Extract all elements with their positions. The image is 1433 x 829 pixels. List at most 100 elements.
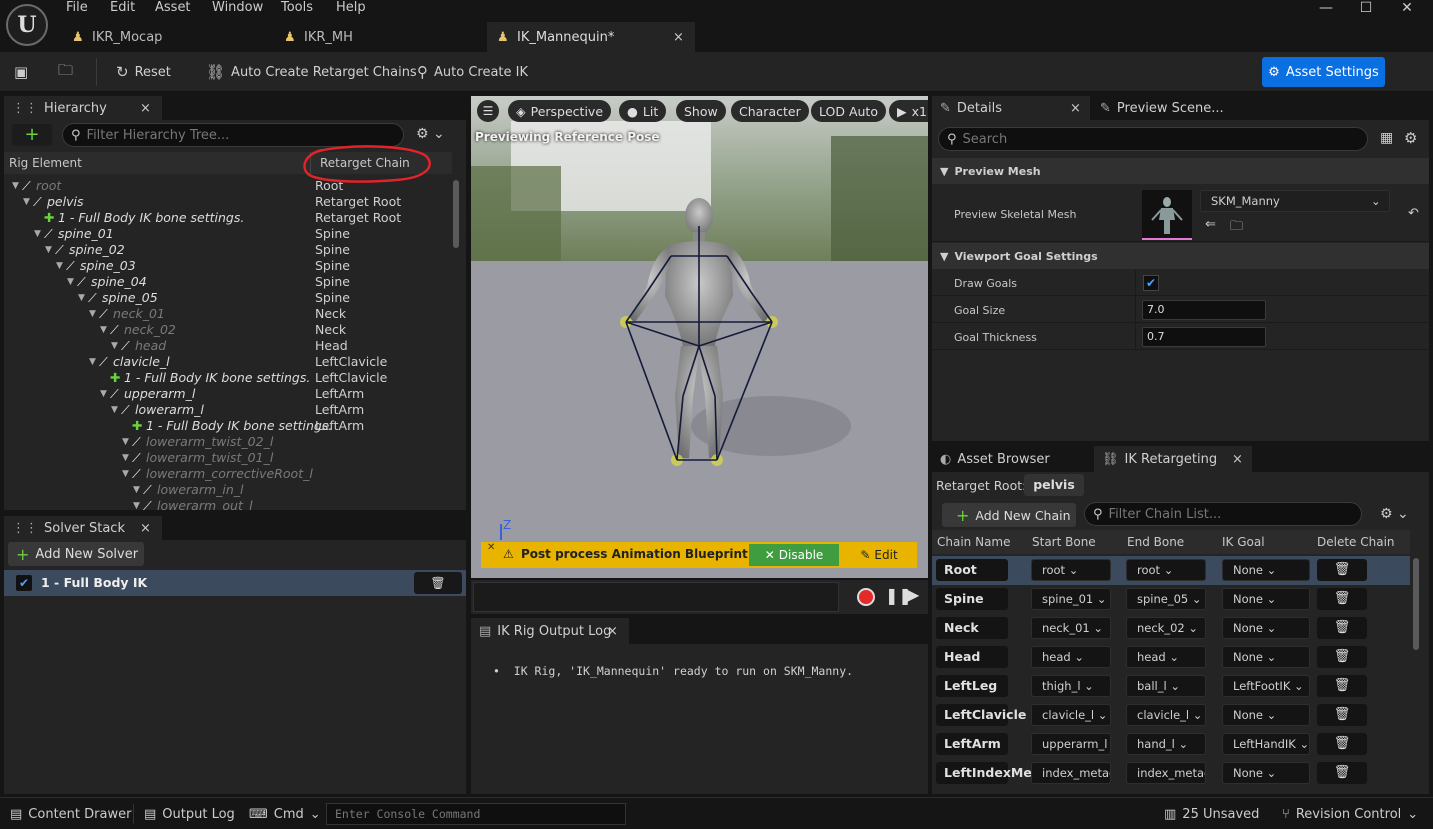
- expand-arrow-icon[interactable]: ▼: [122, 466, 129, 482]
- close-ik-retargeting-icon[interactable]: ×: [1232, 452, 1243, 467]
- chain-table-scrollbar[interactable]: [1413, 558, 1419, 650]
- tab-preview-scene[interactable]: ✎ Preview Scene...: [1092, 96, 1262, 120]
- end-bone-dropdown[interactable]: ball_l ⌄: [1126, 675, 1206, 697]
- dismiss-warning-icon[interactable]: ✕: [487, 542, 495, 553]
- auto-create-ik-button[interactable]: ⚲ Auto Create IK: [417, 52, 528, 92]
- ik-goal-dropdown[interactable]: None ⌄: [1222, 704, 1310, 726]
- chain-name-field[interactable]: Spine: [936, 588, 1008, 610]
- expand-arrow-icon[interactable]: ▼: [12, 178, 19, 194]
- use-selected-icon[interactable]: ⇐: [1205, 217, 1216, 232]
- add-new-chain-button[interactable]: + Add New Chain: [942, 503, 1076, 527]
- viewport[interactable]: ☰ ◈ Perspective ● Lit Show Character LOD A…: [471, 96, 928, 578]
- add-new-solver-button[interactable]: + Add New Solver: [8, 542, 144, 566]
- edit-button[interactable]: ✎ Edit: [847, 544, 911, 566]
- tab-ik-mannequin[interactable]: ♟ IK_Mannequin* ×: [487, 22, 695, 52]
- expand-arrow-icon[interactable]: ▼: [89, 354, 96, 370]
- expand-arrow-icon[interactable]: ▼: [100, 386, 107, 402]
- character-button[interactable]: Character: [731, 100, 809, 122]
- menu-asset[interactable]: Asset: [155, 0, 191, 16]
- expand-arrow-icon[interactable]: ▼: [78, 290, 85, 306]
- tab-ik-rig-output-log[interactable]: ▤ IK Rig Output Log ×: [471, 618, 629, 644]
- chain-name-field[interactable]: LeftIndexMeta: [936, 762, 1046, 784]
- menu-file[interactable]: File: [66, 0, 88, 16]
- step-forward-icon[interactable]: ▶: [907, 585, 919, 604]
- viewport-goal-settings-section[interactable]: ▼ Viewport Goal Settings: [932, 243, 1429, 269]
- end-bone-dropdown[interactable]: clavicle_l ⌄: [1126, 704, 1206, 726]
- start-bone-dropdown[interactable]: thigh_l ⌄: [1031, 675, 1111, 697]
- end-bone-dropdown[interactable]: head ⌄: [1126, 646, 1206, 668]
- hierarchy-row[interactable]: ▼ ⟋ lowerarm_twist_02_l: [4, 434, 452, 450]
- chain-name-field[interactable]: Head: [936, 646, 1008, 668]
- play-speed-button[interactable]: ▶ x1: [889, 100, 928, 122]
- chain-name-field[interactable]: LeftClavicle: [936, 704, 1026, 726]
- reset-button[interactable]: ↻ Reset: [116, 52, 171, 92]
- hierarchy-row[interactable]: ▼ ⟋ lowerarm_l LeftArm: [4, 402, 452, 418]
- retarget-settings-icon[interactable]: ⚙ ⌄: [1380, 506, 1409, 522]
- hierarchy-row[interactable]: ▼ ⟋ lowerarm_in_l: [4, 482, 452, 498]
- close-window-icon[interactable]: ✕: [1392, 0, 1422, 18]
- output-log-button[interactable]: ▤ Output Log: [144, 798, 235, 829]
- viewport-menu-icon[interactable]: ☰: [477, 100, 499, 122]
- end-bone-dropdown[interactable]: neck_02 ⌄: [1126, 617, 1206, 639]
- chain-row[interactable]: Spine spine_01 ⌄ spine_05 ⌄ None ⌄ 🗑: [932, 585, 1410, 614]
- hierarchy-row[interactable]: ▼ ⟋ spine_03 Spine: [4, 258, 452, 274]
- close-output-log-icon[interactable]: ×: [607, 624, 618, 639]
- hierarchy-scrollbar[interactable]: [453, 180, 459, 248]
- hierarchy-row[interactable]: ✚ 1 - Full Body IK bone settings. LeftClav…: [4, 370, 452, 386]
- ik-goal-dropdown[interactable]: None ⌄: [1222, 617, 1310, 639]
- delete-chain-button[interactable]: 🗑: [1317, 588, 1367, 610]
- hierarchy-row[interactable]: ▼ ⟋ spine_01 Spine: [4, 226, 452, 242]
- tab-hierarchy[interactable]: ⋮⋮ Hierarchy ×: [4, 96, 162, 120]
- solver-item[interactable]: ✔ 1 - Full Body IK 🗑: [4, 570, 466, 596]
- rig-element-column[interactable]: Rig Element: [9, 156, 82, 170]
- delete-chain-button[interactable]: 🗑: [1317, 675, 1367, 697]
- close-solver-stack-icon[interactable]: ×: [140, 521, 151, 536]
- start-bone-dropdown[interactable]: root ⌄: [1031, 559, 1111, 581]
- hierarchy-row[interactable]: ▼ ⟋ spine_05 Spine: [4, 290, 452, 306]
- tab-solver-stack[interactable]: ⋮⋮ Solver Stack ×: [4, 516, 162, 540]
- chain-row[interactable]: Head head ⌄ head ⌄ None ⌄ 🗑: [932, 643, 1410, 672]
- disable-button[interactable]: ✕ Disable: [749, 544, 839, 566]
- expand-arrow-icon[interactable]: ▼: [111, 402, 118, 418]
- hierarchy-row[interactable]: ▼ ⟋ spine_04 Spine: [4, 274, 452, 290]
- start-bone-dropdown[interactable]: head ⌄: [1031, 646, 1111, 668]
- tab-details[interactable]: ✎ Details ×: [932, 96, 1090, 120]
- chain-name-field[interactable]: LeftLeg: [936, 675, 1008, 697]
- cmd-dropdown[interactable]: ⌨ Cmd ⌄: [249, 798, 321, 829]
- reset-to-default-icon[interactable]: ↶: [1408, 206, 1419, 221]
- hierarchy-row[interactable]: ▼ ⟋ spine_02 Spine: [4, 242, 452, 258]
- hierarchy-row[interactable]: ✚ 1 - Full Body IK bone settings. LeftArm: [4, 418, 452, 434]
- hierarchy-row[interactable]: ▼ ⟋ clavicle_l LeftClavicle: [4, 354, 452, 370]
- record-icon[interactable]: [857, 588, 875, 606]
- menu-tools[interactable]: Tools: [281, 0, 313, 16]
- hierarchy-row[interactable]: ▼ ⟋ lowerarm_out_l: [4, 498, 452, 510]
- chain-row[interactable]: LeftClavicle clavicle_l ⌄ clavicle_l ⌄ None…: [932, 701, 1410, 730]
- browse-button[interactable]: 🗀: [58, 52, 73, 92]
- ik-goal-dropdown[interactable]: None ⌄: [1222, 646, 1310, 668]
- hierarchy-row[interactable]: ▼ ⟋ lowerarm_twist_01_l: [4, 450, 452, 466]
- unsaved-button[interactable]: ▥ 25 Unsaved: [1164, 798, 1259, 829]
- chain-row[interactable]: LeftIndexMetaindex_metacarp ⌄index_metac…: [932, 759, 1410, 788]
- ik-goal-dropdown[interactable]: LeftFootIK ⌄: [1222, 675, 1310, 697]
- hierarchy-row[interactable]: ▼ ⟋ upperarm_l LeftArm: [4, 386, 452, 402]
- expand-arrow-icon[interactable]: ▼: [122, 434, 129, 450]
- minimize-icon[interactable]: —: [1311, 0, 1341, 18]
- table-view-icon[interactable]: ▦: [1380, 130, 1393, 146]
- expand-arrow-icon[interactable]: ▼: [45, 242, 52, 258]
- details-settings-icon[interactable]: ⚙: [1404, 129, 1417, 147]
- delete-chain-column[interactable]: Delete Chain: [1317, 535, 1395, 549]
- close-details-icon[interactable]: ×: [1070, 101, 1081, 116]
- start-bone-dropdown[interactable]: neck_01 ⌄: [1031, 617, 1111, 639]
- chain-name-field[interactable]: LeftArm: [936, 733, 1008, 755]
- solver-enabled-checkbox[interactable]: ✔: [16, 575, 32, 591]
- chain-row[interactable]: LeftLeg thigh_l ⌄ ball_l ⌄ LeftFootIK ⌄ 🗑: [932, 672, 1410, 701]
- hierarchy-settings-icon[interactable]: ⚙ ⌄: [416, 126, 445, 142]
- ik-goal-dropdown[interactable]: None ⌄: [1222, 559, 1310, 581]
- close-tab-icon[interactable]: ×: [673, 30, 684, 45]
- unreal-logo-icon[interactable]: U: [6, 4, 48, 46]
- hierarchy-row[interactable]: ▼ ⟋ head Head: [4, 338, 452, 354]
- mesh-thumbnail[interactable]: [1142, 190, 1192, 240]
- expand-arrow-icon[interactable]: ▼: [100, 322, 107, 338]
- delete-chain-button[interactable]: 🗑: [1317, 617, 1367, 639]
- browse-asset-icon[interactable]: 🗀: [1230, 217, 1243, 239]
